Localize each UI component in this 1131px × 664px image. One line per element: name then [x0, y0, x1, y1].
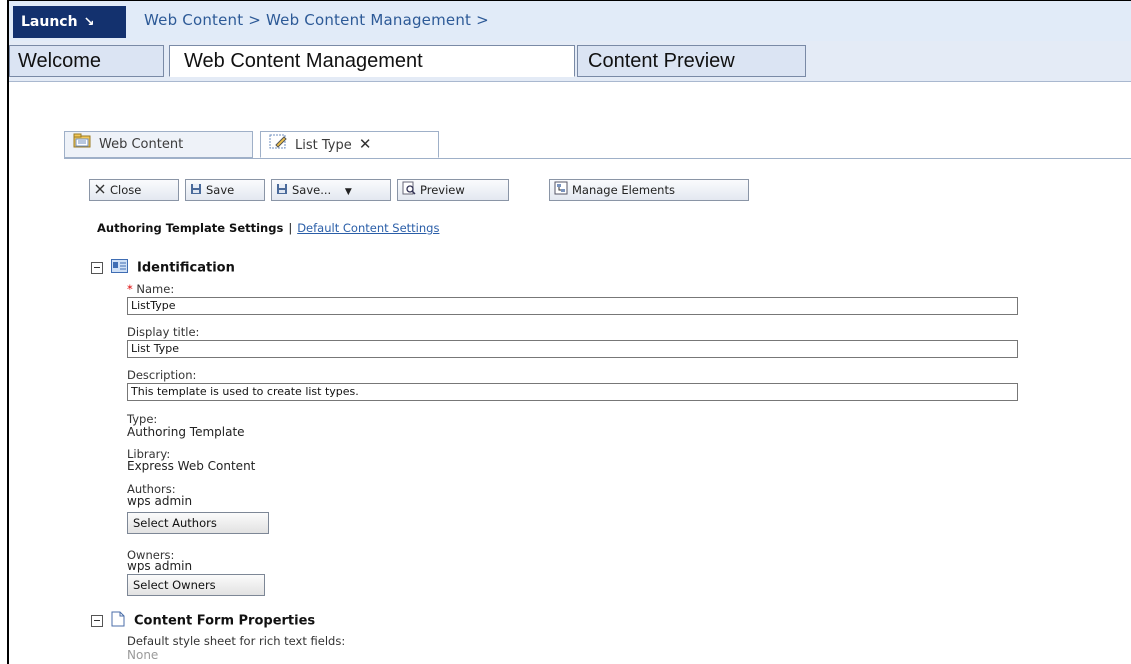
collapse-identification-icon[interactable]: [91, 262, 103, 274]
close-button[interactable]: Close: [89, 179, 179, 201]
display-title-label: Display title:: [127, 325, 200, 339]
save-icon: [276, 181, 288, 201]
select-owners-button[interactable]: Select Owners: [127, 574, 265, 596]
document-icon: [111, 611, 125, 631]
preview-icon: [402, 181, 416, 201]
chevron-down-icon: ▼: [344, 187, 352, 197]
manage-elements-icon: [554, 181, 568, 201]
content-tab-bar: Web Content List Type ✕: [64, 131, 1131, 159]
close-icon: [94, 181, 106, 201]
library-value: Express Web Content: [127, 459, 256, 473]
select-authors-button[interactable]: Select Authors: [127, 512, 269, 534]
name-field[interactable]: ListType: [127, 297, 1018, 315]
name-label: * Name:: [127, 282, 175, 296]
identification-section-header: Identification: [91, 259, 235, 277]
owners-value: wps admin: [127, 559, 193, 573]
tab-web-content[interactable]: Web Content: [64, 131, 253, 158]
tab-web-content-management[interactable]: Web Content Management: [169, 45, 575, 77]
required-marker: *: [127, 282, 133, 296]
tab-welcome[interactable]: Welcome: [9, 45, 164, 77]
stylesheet-label: Default style sheet for rich text fields…: [127, 634, 346, 648]
top-navigation-bar: Launch ↘ Web Content > Web Content Manage…: [9, 1, 1131, 42]
stylesheet-value: None: [127, 648, 159, 662]
save-as-dropdown-button[interactable]: Save... ▼: [271, 179, 391, 201]
manage-elements-button[interactable]: Manage Elements: [549, 179, 749, 201]
content-form-title: Content Form Properties: [134, 613, 316, 629]
description-label: Description:: [127, 368, 197, 382]
settings-separator: |: [288, 221, 293, 235]
tab-web-content-label: Web Content: [99, 137, 184, 152]
tab-content-preview[interactable]: Content Preview: [577, 45, 806, 77]
display-title-field[interactable]: List Type: [127, 340, 1018, 358]
portal-frame: Launch ↘ Web Content > Web Content Manage…: [7, 0, 1131, 664]
identification-title: Identification: [137, 260, 235, 276]
close-tab-icon[interactable]: ✕: [359, 135, 372, 153]
type-label: Type:: [127, 412, 158, 426]
preview-button[interactable]: Preview: [397, 179, 509, 201]
folder-icon: [73, 132, 93, 157]
launch-label: Launch: [21, 14, 78, 30]
collapse-content-form-icon[interactable]: [91, 615, 103, 627]
tab-list-type[interactable]: List Type ✕: [260, 131, 439, 158]
default-content-settings-link[interactable]: Default Content Settings: [297, 221, 439, 235]
page-tab-bar: Welcome Web Content Management Content P…: [9, 41, 1131, 82]
settings-nav: Authoring Template Settings | Default Cont…: [97, 221, 439, 235]
launch-arrow-icon: ↘: [83, 15, 95, 30]
edit-template-icon: [269, 133, 289, 158]
breadcrumb[interactable]: Web Content > Web Content Management >: [144, 11, 489, 29]
save-button[interactable]: Save: [185, 179, 265, 201]
id-card-icon: [111, 259, 128, 277]
content-form-section-header: Content Form Properties: [91, 611, 315, 631]
launch-menu-button[interactable]: Launch ↘: [13, 6, 126, 38]
tab-list-type-label: List Type: [295, 138, 352, 153]
authors-value: wps admin: [127, 494, 193, 508]
authoring-settings-label: Authoring Template Settings: [97, 221, 284, 235]
save-icon: [190, 181, 202, 201]
description-field[interactable]: This template is used to create list typ…: [127, 383, 1018, 401]
type-value: Authoring Template: [127, 425, 245, 439]
